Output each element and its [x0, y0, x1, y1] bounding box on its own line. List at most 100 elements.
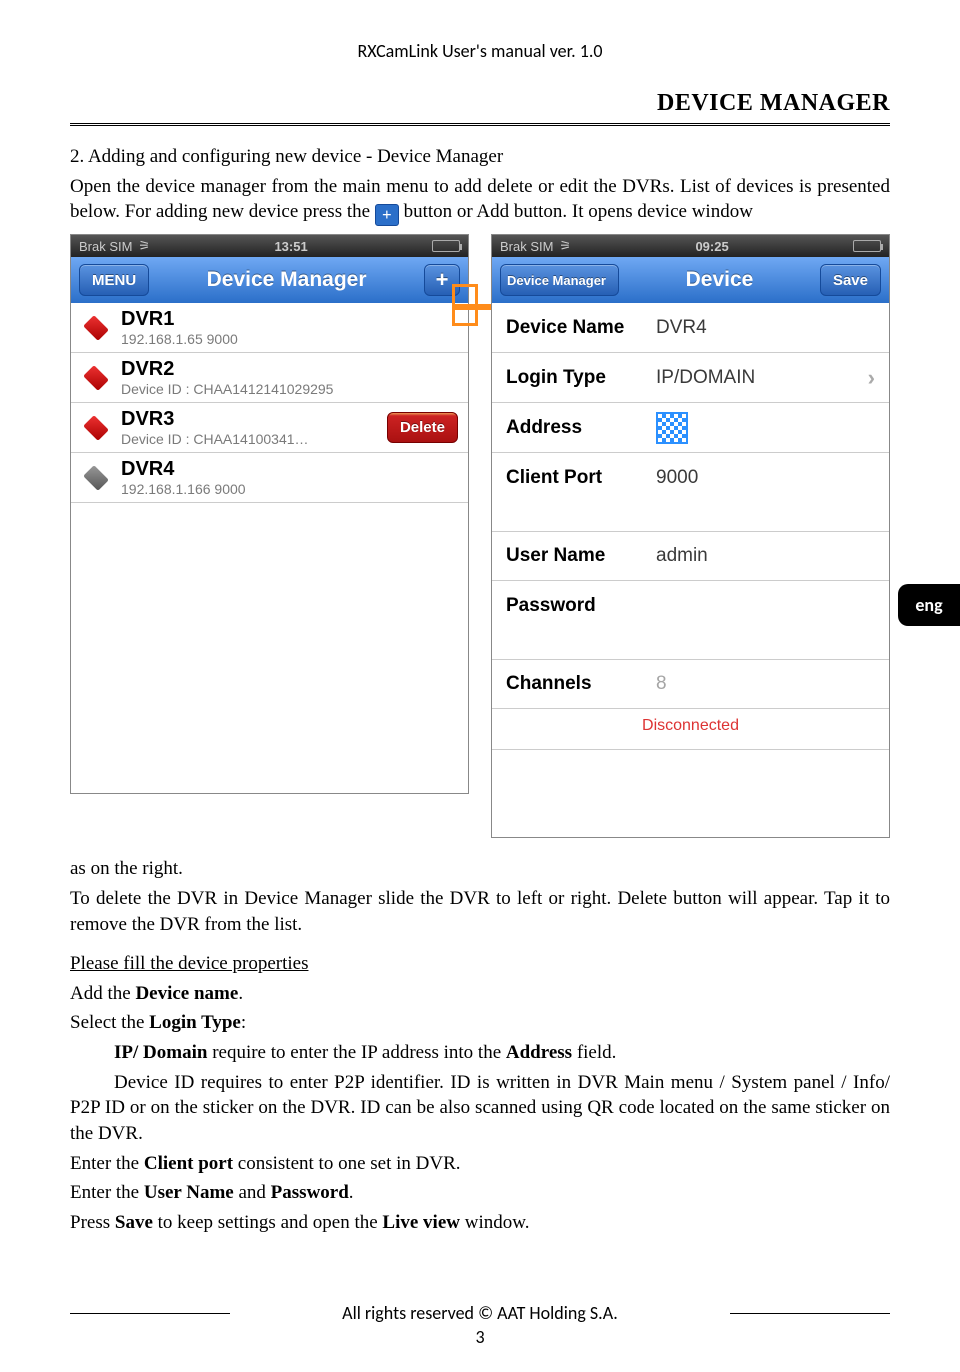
password-label: Password — [506, 595, 656, 617]
status-time: 09:25 — [577, 239, 847, 254]
client-port-row[interactable]: Client Port 9000 — [492, 453, 889, 503]
dvr-subtitle: Device ID : CHAA1412141029295 — [121, 381, 458, 397]
dvr-name: DVR2 — [121, 358, 458, 381]
body-p2: as on the right. — [70, 856, 890, 882]
address-label: Address — [506, 417, 656, 439]
status-time: 13:51 — [156, 239, 426, 254]
delete-button[interactable]: Delete — [387, 412, 458, 443]
screenshot-device-form: Brak SIM ⚞ 09:25 Device Manager Device S… — [491, 234, 890, 838]
t: Live view — [382, 1212, 460, 1233]
dvr-icon — [81, 367, 111, 389]
connection-status: Disconnected — [492, 709, 889, 750]
t: Select the — [70, 1012, 149, 1033]
body-p3: To delete the DVR in Device Manager slid… — [70, 886, 890, 937]
channels-value: 8 — [656, 673, 667, 695]
client-port-value: 9000 — [656, 467, 698, 489]
device-name-value: DVR4 — [656, 317, 707, 339]
battery-icon — [432, 240, 460, 252]
dvr-subtitle: 192.168.1.166 9000 — [121, 481, 458, 497]
status-bar-left: Brak SIM ⚞ 13:51 — [71, 235, 468, 257]
password-row[interactable]: Password — [492, 581, 889, 631]
footer: All rights reserved © AAT Holding S.A. 3 — [0, 1302, 960, 1348]
intro-heading: 2. Adding and configuring new device - D… — [70, 144, 890, 170]
dvr-icon — [81, 467, 111, 489]
back-button[interactable]: Device Manager — [500, 264, 619, 296]
battery-icon — [853, 240, 881, 252]
body-p11: Press Save to keep settings and open the… — [70, 1210, 890, 1236]
t: require to enter the IP address into the — [207, 1042, 505, 1063]
plus-icon: + — [375, 204, 399, 226]
nav-bar-right: Device Manager Device Save — [492, 257, 889, 303]
intro-paragraph: Open the device manager from the main me… — [70, 174, 890, 227]
intro-text-b: button or Add button. It opens device wi… — [404, 201, 753, 222]
user-name-value: admin — [656, 545, 708, 567]
dvr-name: DVR4 — [121, 458, 458, 481]
dvr-name: DVR3 — [121, 408, 387, 431]
menu-button[interactable]: MENU — [79, 264, 149, 296]
t: . — [238, 983, 243, 1004]
login-type-value: IP/DOMAIN — [656, 367, 755, 389]
t: Enter the — [70, 1182, 144, 1203]
channels-label: Channels — [506, 673, 656, 695]
t: Password — [271, 1182, 349, 1203]
login-type-row[interactable]: Login Type IP/DOMAIN › — [492, 353, 889, 403]
nav-bar-left: MENU Device Manager + — [71, 257, 468, 303]
channels-row[interactable]: Channels 8 — [492, 659, 889, 709]
nav-title-left: Device Manager — [149, 268, 424, 292]
user-name-row[interactable]: User Name admin — [492, 531, 889, 581]
user-name-label: User Name — [506, 545, 656, 567]
list-item[interactable]: DVR3 Device ID : CHAA14100341… Delete — [71, 403, 468, 453]
login-type-label: Login Type — [506, 367, 656, 389]
t: IP/ Domain — [114, 1042, 207, 1063]
dvr-icon — [81, 417, 111, 439]
device-name-label: Device Name — [506, 317, 656, 339]
wifi-icon: ⚞ — [138, 238, 150, 254]
add-button[interactable]: + — [424, 264, 460, 296]
language-tab[interactable]: eng — [898, 584, 960, 626]
section-title: DEVICE MANAGER — [70, 90, 890, 117]
t: Save — [115, 1212, 153, 1233]
body-p7: IP/ Domain require to enter the IP addre… — [114, 1040, 890, 1066]
list-item[interactable]: DVR2 Device ID : CHAA1412141029295 — [71, 353, 468, 403]
t: Enter the — [70, 1153, 144, 1174]
t: Add the — [70, 983, 135, 1004]
dvr-name: DVR1 — [121, 308, 458, 331]
body-p4: Please fill the device properties — [70, 951, 890, 977]
t: Login Type — [149, 1012, 241, 1033]
t: and — [234, 1182, 271, 1203]
title-rule — [70, 123, 890, 126]
status-bar-right: Brak SIM ⚞ 09:25 — [492, 235, 889, 257]
body-p6: Select the Login Type: — [70, 1010, 890, 1036]
device-name-row[interactable]: Device Name DVR4 — [492, 303, 889, 353]
body-p5: Add the Device name. — [70, 981, 890, 1007]
t: field. — [572, 1042, 616, 1063]
carrier-label: Brak SIM — [79, 239, 132, 254]
body-p9: Enter the Client port consistent to one … — [70, 1151, 890, 1177]
t: Address — [506, 1042, 572, 1063]
t: window. — [460, 1212, 530, 1233]
list-item[interactable]: DVR4 192.168.1.166 9000 — [71, 453, 468, 503]
t: consistent to one set in DVR. — [233, 1153, 460, 1174]
dvr-icon — [81, 317, 111, 339]
dvr-subtitle: 192.168.1.65 9000 — [121, 331, 458, 347]
t: to keep settings and open the — [153, 1212, 383, 1233]
qr-icon[interactable] — [656, 412, 688, 444]
body-p10: Enter the User Name and Password. — [70, 1180, 890, 1206]
t: Device name — [135, 983, 238, 1004]
wifi-icon: ⚞ — [559, 238, 571, 254]
screenshot-device-manager: Brak SIM ⚞ 13:51 MENU Device Manager + D… — [70, 234, 469, 794]
chevron-right-icon: › — [868, 365, 875, 391]
address-row[interactable]: Address — [492, 403, 889, 453]
t: Press — [70, 1212, 115, 1233]
t: . — [349, 1182, 354, 1203]
screenshots-container: Brak SIM ⚞ 13:51 MENU Device Manager + D… — [70, 234, 890, 838]
save-button[interactable]: Save — [820, 264, 881, 296]
nav-title-right: Device — [619, 268, 820, 292]
t: User Name — [144, 1182, 234, 1203]
doc-header: RXCamLink User's manual ver. 1.0 — [70, 40, 890, 62]
t: Client port — [144, 1153, 233, 1174]
footer-copyright: All rights reserved © AAT Holding S.A. — [230, 1302, 730, 1324]
list-item[interactable]: DVR1 192.168.1.65 9000 — [71, 303, 468, 353]
t: : — [241, 1012, 246, 1033]
body-p8: Device ID requires to enter P2P identifi… — [70, 1070, 890, 1147]
